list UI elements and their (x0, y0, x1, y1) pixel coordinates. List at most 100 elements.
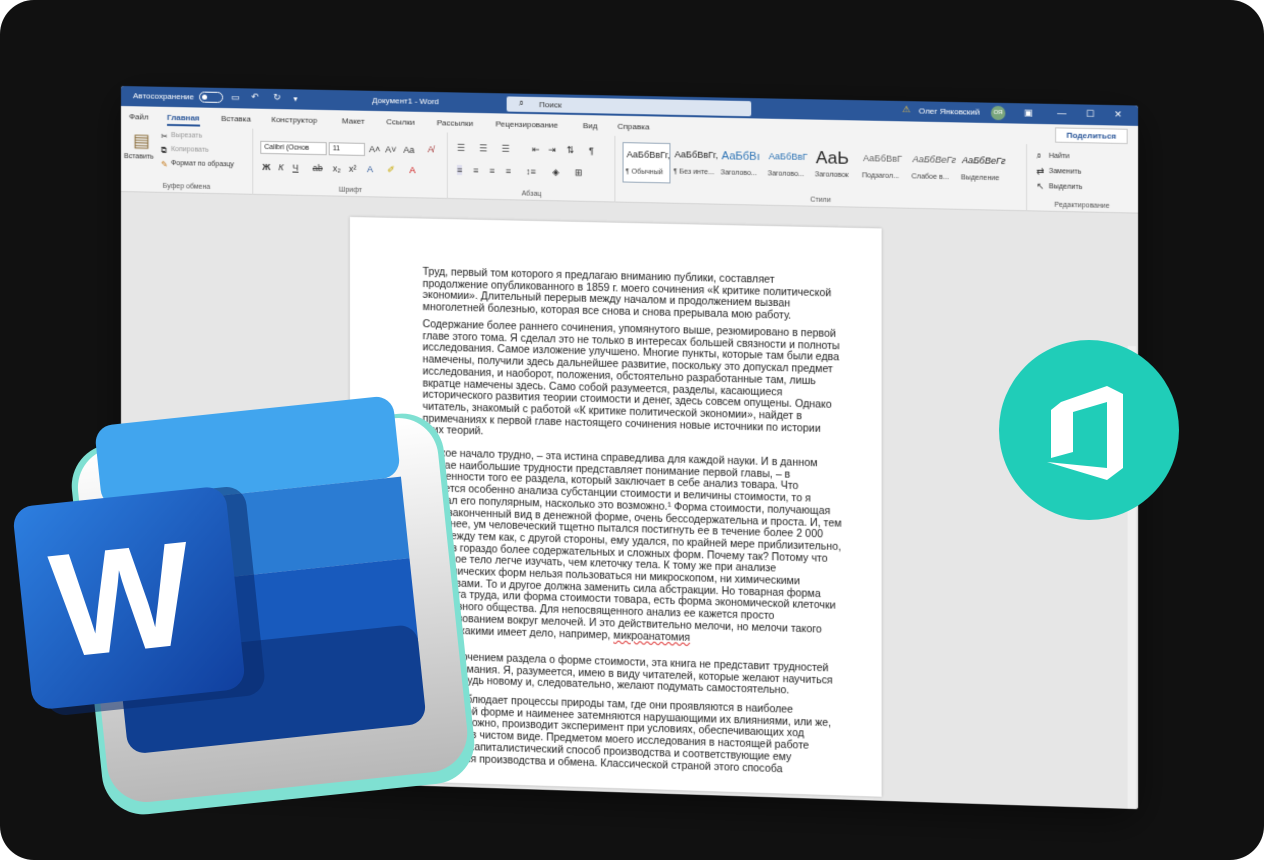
tab-review[interactable]: Рецензирование (495, 119, 558, 129)
window-title: Документ1 - Word (372, 95, 439, 107)
bold-button[interactable]: Ж (262, 162, 270, 172)
paste-button[interactable]: Вставить (124, 153, 154, 161)
minimize-icon[interactable]: — (1057, 108, 1066, 118)
style-preview: АаБбВвГ (863, 153, 903, 164)
select-button[interactable]: Выделить (1049, 183, 1082, 191)
style-name: Заголово... (720, 169, 758, 178)
shrink-font-icon[interactable]: A˅ (385, 144, 396, 154)
style-title[interactable]: АаЬ Заголовок (813, 146, 861, 188)
decrease-indent-icon[interactable]: ⇤ (532, 144, 540, 155)
spelling-error[interactable]: микроанатомия (613, 630, 690, 643)
style-subtle-emphasis[interactable]: АаБбВеГг Слабое в... (909, 148, 957, 190)
align-right-icon[interactable]: ≡ (489, 166, 494, 176)
superscript-icon[interactable]: x² (349, 164, 357, 174)
tab-file[interactable]: Файл (129, 112, 149, 121)
style-name: Выделение (960, 174, 1000, 183)
user-name[interactable]: Олег Янковский (919, 106, 980, 116)
redo-icon[interactable]: ↻ (273, 92, 281, 103)
office-icon (1047, 386, 1123, 480)
font-color-icon[interactable]: A (409, 165, 415, 175)
warning-icon[interactable]: ⚠ (902, 104, 910, 115)
paragraph-label: Абзац (521, 190, 542, 198)
format-painter-icon[interactable]: ✎ (161, 160, 168, 169)
sort-icon[interactable]: ⇅ (567, 145, 575, 156)
style-subtitle[interactable]: АаБбВвГ Подзагол... (860, 147, 908, 189)
copy-icon[interactable]: ⧉ (161, 146, 167, 156)
close-icon[interactable]: ✕ (1114, 109, 1122, 120)
find-icon[interactable]: ⌕ (1036, 150, 1041, 161)
styles-group: АаБбВвГг, ¶ Обычный АаБбВвГг, ¶ Без инте… (616, 135, 1028, 212)
style-preview: АаБбВı (721, 150, 760, 164)
tab-view[interactable]: Вид (583, 121, 598, 130)
promo-card: Автосохранение ▭ ↶ ↻ ▾ Документ1 - Word … (0, 0, 1264, 860)
style-heading-2[interactable]: АаБбВвГ Заголово... (766, 145, 814, 187)
share-button[interactable]: Поделиться (1055, 127, 1128, 145)
editing-label: Редактирование (1054, 201, 1110, 210)
strikethrough-icon[interactable]: ab (313, 163, 323, 173)
paragraph: За исключением раздела о форме стоимости… (422, 651, 833, 697)
shading-icon[interactable]: ◈ (552, 167, 559, 178)
font-size-select[interactable]: 11 (328, 142, 366, 156)
align-left-icon[interactable]: ≡ (456, 164, 463, 176)
style-name: ¶ Без инте... (673, 168, 715, 177)
search-placeholder: Поиск (539, 100, 562, 110)
maximize-icon[interactable]: ☐ (1086, 109, 1094, 120)
tab-home[interactable]: Главная (167, 112, 200, 127)
style-heading-1[interactable]: АаБбВı Заголово... (718, 144, 766, 185)
clear-format-icon[interactable]: A̸ (428, 144, 434, 154)
paragraph-text: Содержание более раннего сочинения, упом… (422, 319, 840, 438)
replace-button[interactable]: Заменить (1049, 168, 1082, 176)
font-family-select[interactable]: Calibri (Основ (260, 140, 327, 156)
select-icon[interactable]: ↖ (1036, 181, 1044, 192)
tab-mailings[interactable]: Рассылки (437, 118, 473, 128)
style-preview: АаБбВвГг, (626, 149, 670, 161)
tab-references[interactable]: Ссылки (386, 117, 414, 127)
subscript-icon[interactable]: x₂ (333, 163, 341, 173)
text-effects-icon[interactable]: A (367, 164, 373, 174)
justify-icon[interactable]: ≡ (506, 166, 511, 176)
grow-font-icon[interactable]: A˄ (369, 144, 380, 154)
paragraph: Всякое начало трудно, – эта истина справ… (423, 448, 843, 649)
pilcrow-icon[interactable]: ¶ (589, 145, 594, 155)
paste-icon[interactable]: ▤ (133, 130, 150, 151)
italic-button[interactable]: К (278, 162, 283, 172)
style-name: Слабое в... (911, 173, 949, 182)
document-page[interactable]: Труд, первый том которого я предлагаю вн… (349, 216, 882, 797)
autosave-label: Автосохранение (132, 91, 195, 102)
style-emphasis[interactable]: АаБбВеГг Выделение (959, 149, 1008, 191)
replace-icon[interactable]: ⇄ (1036, 166, 1044, 177)
increase-indent-icon[interactable]: ⇥ (548, 145, 556, 156)
style-preview: АаБбВвГг, (674, 149, 718, 161)
office-logo (999, 340, 1179, 520)
style-normal[interactable]: АаБбВвГг, ¶ Обычный (622, 142, 671, 184)
numbering-icon[interactable]: ☰ (479, 143, 487, 154)
multilevel-list-icon[interactable]: ☰ (502, 144, 510, 155)
find-button[interactable]: Найти (1049, 153, 1070, 161)
customize-qat-icon[interactable]: ▾ (293, 94, 297, 103)
search-icon: ⌕ (518, 97, 524, 108)
ribbon-display-icon[interactable]: ▣ (1024, 107, 1033, 118)
avatar[interactable]: ОЯ (990, 105, 1006, 121)
style-no-spacing[interactable]: АаБбВвГг, ¶ Без инте... (671, 143, 719, 184)
borders-icon[interactable]: ⊞ (575, 167, 583, 178)
tab-layout[interactable]: Макет (342, 116, 365, 125)
format-painter-button[interactable]: Формат по образцу (171, 160, 234, 168)
cut-icon[interactable]: ✂ (161, 132, 168, 141)
line-spacing-icon[interactable]: ↕≡ (526, 166, 536, 176)
autosave-toggle[interactable] (199, 91, 224, 103)
tab-design[interactable]: Конструктор (271, 115, 317, 125)
cut-button[interactable]: Вырезать (171, 132, 202, 140)
style-preview: АаБбВеГг (912, 154, 957, 166)
style-name: ¶ Обычный (625, 168, 663, 177)
clipboard-label: Буфер обмена (162, 182, 211, 191)
tab-insert[interactable]: Вставка (221, 114, 251, 124)
tab-help[interactable]: Справка (617, 122, 649, 132)
undo-icon[interactable]: ↶ (251, 92, 259, 103)
highlight-icon[interactable]: ✐ (387, 164, 395, 175)
change-case-icon[interactable]: Aa (403, 145, 414, 155)
copy-button[interactable]: Копировать (171, 146, 209, 154)
save-icon[interactable]: ▭ (231, 92, 240, 103)
align-center-icon[interactable]: ≡ (473, 165, 478, 175)
bullets-icon[interactable]: ☰ (457, 143, 465, 154)
underline-button[interactable]: Ч (292, 163, 298, 173)
